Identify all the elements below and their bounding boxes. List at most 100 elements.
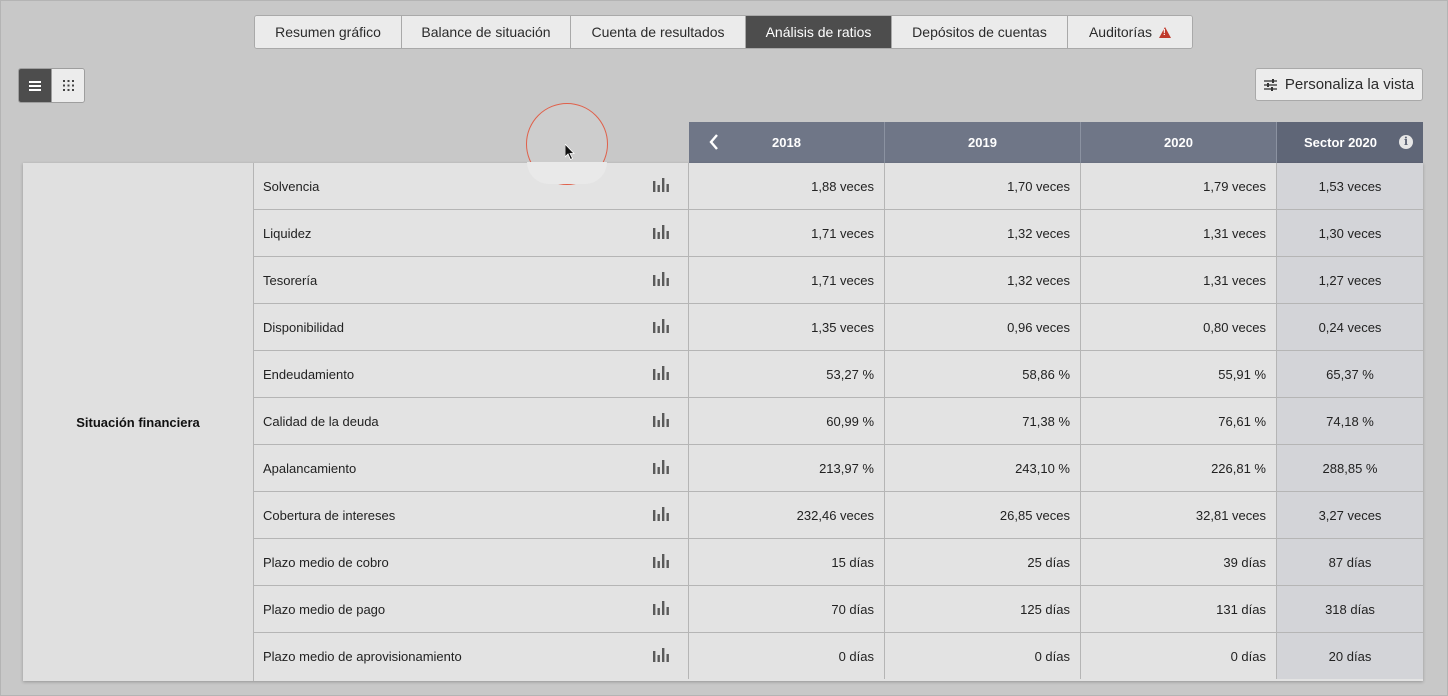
value-2019: 125 días: [885, 586, 1081, 632]
ratio-label: Tesorería: [263, 272, 318, 288]
value-2020: 1,79 veces: [1081, 163, 1277, 209]
bar-chart-icon[interactable]: [653, 178, 669, 195]
bar-chart-icon[interactable]: [653, 366, 669, 383]
ratio-label-cell: Apalancamiento: [253, 445, 689, 491]
list-view-button[interactable]: [19, 69, 51, 102]
bar-chart-icon[interactable]: [653, 319, 669, 336]
tab-analisis-ratios[interactable]: Análisis de ratios: [746, 16, 892, 48]
bar-chart-icon[interactable]: [653, 601, 669, 618]
grid-view-button[interactable]: [51, 69, 84, 102]
value-2019: 58,86 %: [885, 351, 1081, 397]
info-icon[interactable]: i: [1399, 135, 1413, 149]
tab-label: Cuenta de resultados: [591, 24, 725, 40]
value-2019: 1,32 veces: [885, 210, 1081, 256]
ratio-label: Calidad de la deuda: [263, 413, 379, 429]
column-header-sector: Sector 2020 i: [1277, 122, 1423, 163]
customize-view-label: Personaliza la vista: [1284, 76, 1415, 93]
bar-chart-icon[interactable]: [653, 554, 669, 571]
value-sector: 65,37 %: [1277, 351, 1423, 397]
value-2019: 1,32 veces: [885, 257, 1081, 303]
tab-bar: Resumen gráfico Balance de situación Cue…: [254, 15, 1193, 49]
ratio-label: Endeudamiento: [263, 366, 355, 382]
value-2019: 26,85 veces: [885, 492, 1081, 538]
tab-label: Resumen gráfico: [275, 24, 381, 40]
value-sector: 74,18 %: [1277, 398, 1423, 444]
ratio-label: Cobertura de intereses: [263, 507, 396, 523]
table-row: Disponibilidad 1,35 veces 0,96 veces 0,80 v…: [253, 304, 1423, 351]
value-2020: 76,61 %: [1081, 398, 1277, 444]
ratio-label-cell: Cobertura de intereses: [253, 492, 689, 538]
value-2020: 32,81 veces: [1081, 492, 1277, 538]
bar-chart-icon[interactable]: [653, 272, 669, 289]
tab-label: Depósitos de cuentas: [912, 24, 1047, 40]
bar-chart-icon[interactable]: [653, 460, 669, 477]
ratio-label-cell: Calidad de la deuda: [253, 398, 689, 444]
warning-icon: [1159, 26, 1172, 38]
value-2019: 71,38 %: [885, 398, 1081, 444]
ratio-label: Solvencia: [263, 178, 320, 194]
value-sector: 87 días: [1277, 539, 1423, 585]
value-2019: 25 días: [885, 539, 1081, 585]
bar-chart-icon[interactable]: [653, 413, 669, 430]
column-header-label: 2019: [968, 135, 997, 150]
cursor-highlight: [526, 103, 608, 185]
ratio-label: Disponibilidad: [263, 319, 344, 335]
table-row: Tesorería 1,71 veces 1,32 veces 1,31 veces 1…: [253, 257, 1423, 304]
sliders-icon: [1263, 78, 1277, 91]
value-2020: 39 días: [1081, 539, 1277, 585]
table-row: Calidad de la deuda 60,99 % 71,38 % 76,61 %…: [253, 398, 1423, 445]
ratio-label-cell: Plazo medio de pago: [253, 586, 689, 632]
value-2018: 213,97 %: [689, 445, 885, 491]
bar-chart-icon[interactable]: [653, 648, 669, 665]
table-row: Plazo medio de aprovisionamiento 0 días 0 …: [253, 633, 1423, 680]
tab-label: Análisis de ratios: [765, 24, 872, 40]
group-label-cell: Situación financiera: [23, 163, 254, 681]
table-row: Plazo medio de cobro 15 días 25 días 39 día…: [253, 539, 1423, 586]
tab-depositos-cuentas[interactable]: Depósitos de cuentas: [892, 16, 1068, 48]
column-header-label: 2018: [772, 135, 801, 150]
chevron-left-icon[interactable]: [709, 134, 719, 150]
bar-chart-icon[interactable]: [653, 507, 669, 524]
tab-resumen-grafico[interactable]: Resumen gráfico: [255, 16, 402, 48]
ratio-label-cell: Liquidez: [253, 210, 689, 256]
grid-view-icon: [62, 80, 74, 91]
ratio-label-cell: Tesorería: [253, 257, 689, 303]
value-2020: 226,81 %: [1081, 445, 1277, 491]
value-sector: 1,53 veces: [1277, 163, 1423, 209]
ratio-label: Plazo medio de cobro: [263, 554, 389, 570]
value-2018: 1,35 veces: [689, 304, 885, 350]
ratio-label: Plazo medio de pago: [263, 601, 386, 617]
value-sector: 1,30 veces: [1277, 210, 1423, 256]
value-sector: 3,27 veces: [1277, 492, 1423, 538]
tab-balance-situacion[interactable]: Balance de situación: [402, 16, 571, 48]
ratio-label-cell: Endeudamiento: [253, 351, 689, 397]
tab-auditorias[interactable]: Auditorías: [1068, 16, 1192, 48]
bar-chart-icon[interactable]: [653, 225, 669, 242]
value-sector: 288,85 %: [1277, 445, 1423, 491]
value-2018: 60,99 %: [689, 398, 885, 444]
customize-view-button[interactable]: Personaliza la vista: [1255, 68, 1423, 101]
value-2019: 0 días: [885, 633, 1081, 679]
value-2018: 53,27 %: [689, 351, 885, 397]
table-row: Liquidez 1,71 veces 1,32 veces 1,31 veces 1,…: [253, 210, 1423, 257]
ratios-table: Situación financiera Solvencia 1,88 veces…: [23, 163, 1423, 681]
value-sector: 1,27 veces: [1277, 257, 1423, 303]
tab-cuenta-resultados[interactable]: Cuenta de resultados: [571, 16, 746, 48]
value-2020: 0,80 veces: [1081, 304, 1277, 350]
value-2018: 1,71 veces: [689, 210, 885, 256]
value-2020: 1,31 veces: [1081, 257, 1277, 303]
list-view-icon: [29, 80, 41, 91]
table-row: Cobertura de intereses 232,46 veces 26,85 …: [253, 492, 1423, 539]
view-toggle-group: [18, 68, 85, 103]
column-header-2019: 2019: [885, 122, 1081, 163]
table-row: Solvencia 1,88 veces 1,70 veces 1,79 veces 1…: [253, 163, 1423, 210]
column-header-label: 2020: [1164, 135, 1193, 150]
tab-label: Balance de situación: [421, 24, 551, 40]
ratio-label-cell: Disponibilidad: [253, 304, 689, 350]
tab-label: Auditorías: [1088, 24, 1153, 40]
table-row: Plazo medio de pago 70 días 125 días 131 dí…: [253, 586, 1423, 633]
value-2020: 131 días: [1081, 586, 1277, 632]
value-2018: 1,71 veces: [689, 257, 885, 303]
value-2018: 1,88 veces: [689, 163, 885, 209]
value-2018: 232,46 veces: [689, 492, 885, 538]
